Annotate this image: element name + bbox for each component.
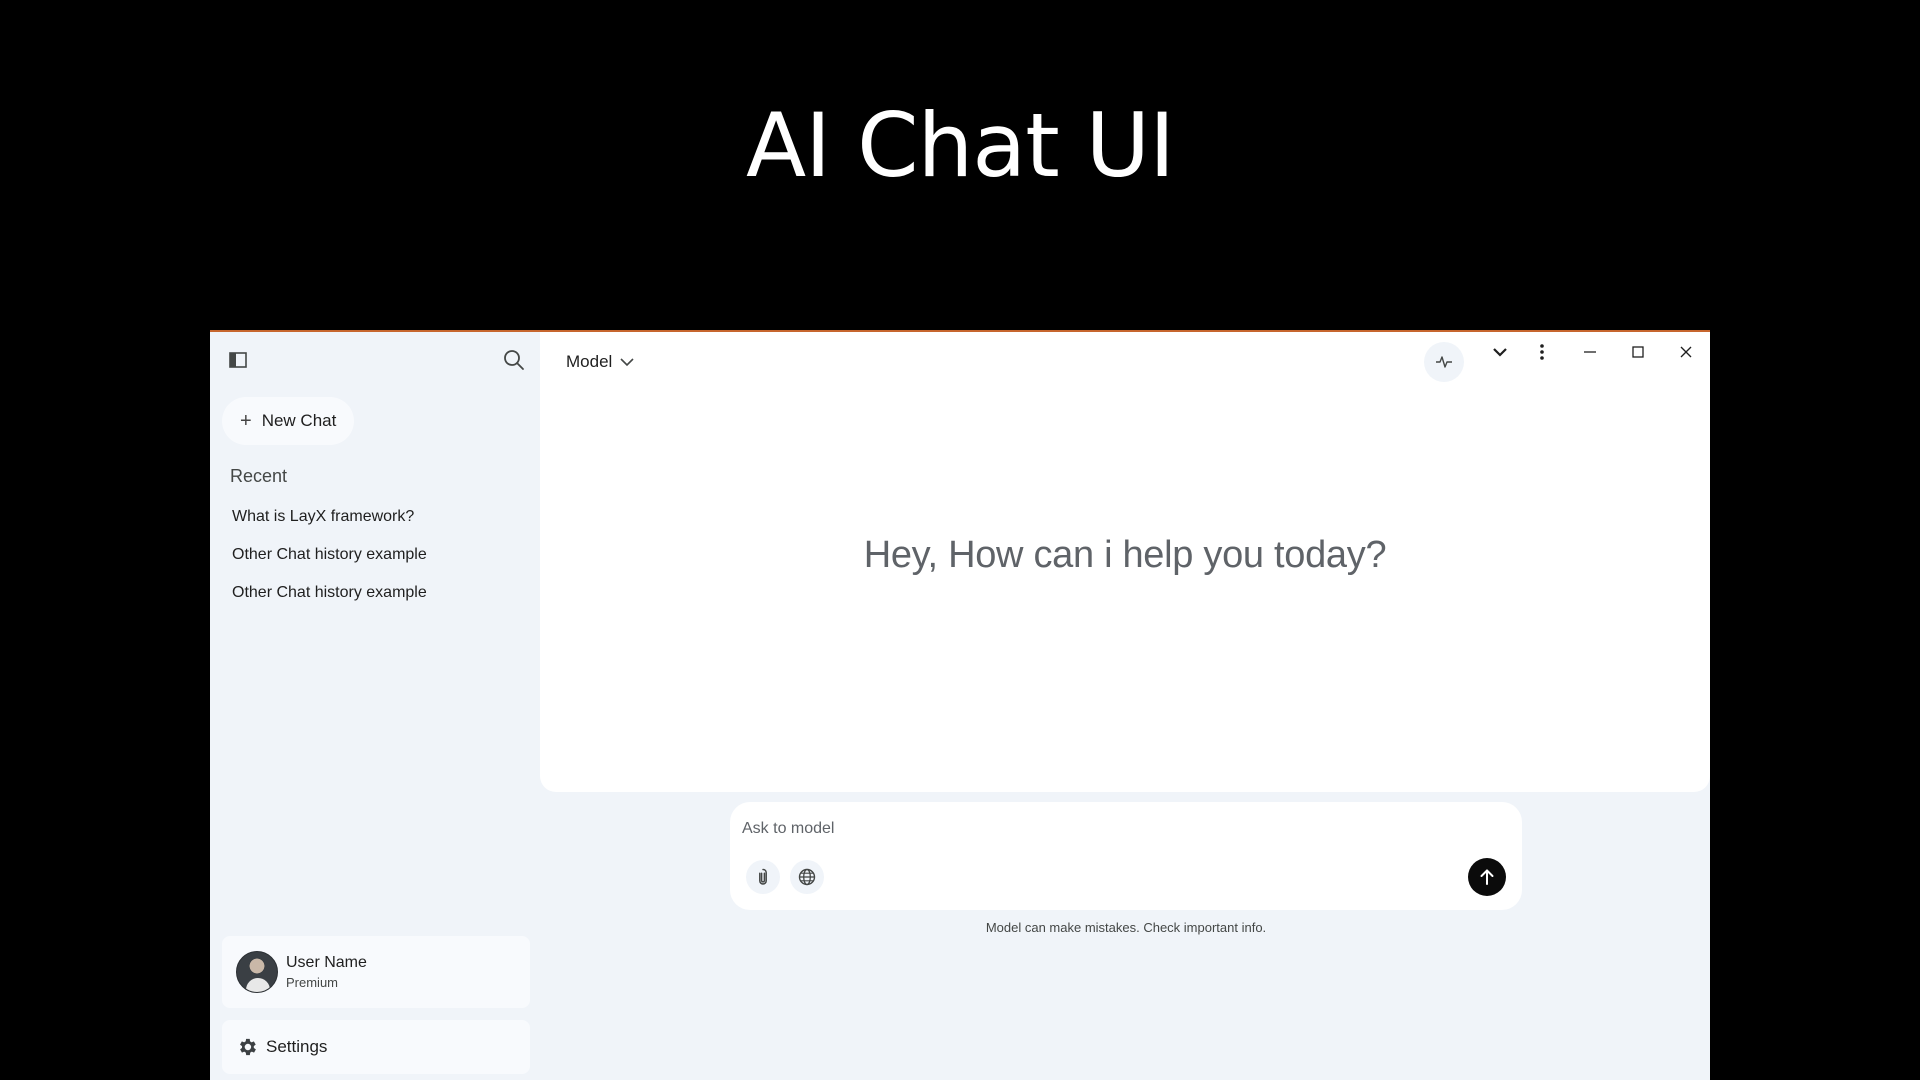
history-item[interactable]: Other Chat history example xyxy=(230,536,530,574)
new-chat-button[interactable]: + New Chat xyxy=(222,397,354,445)
sidebar: + New Chat Recent What is LayX framework… xyxy=(210,332,540,1080)
dropdown-button[interactable] xyxy=(1488,340,1512,364)
search-icon xyxy=(504,350,524,370)
chevron-down-icon xyxy=(1493,348,1507,357)
user-info: User Name Premium xyxy=(286,954,367,990)
model-label: Model xyxy=(566,352,613,371)
attach-button[interactable] xyxy=(746,860,780,894)
history-item[interactable]: Other Chat history example xyxy=(230,574,530,612)
web-search-button[interactable] xyxy=(790,860,824,894)
settings-label: Settings xyxy=(266,1037,328,1056)
message-composer xyxy=(730,802,1522,910)
activity-button[interactable] xyxy=(1424,342,1464,382)
sidebar-toggle-icon xyxy=(229,352,247,368)
more-vertical-icon xyxy=(1540,344,1544,360)
send-button[interactable] xyxy=(1468,858,1506,896)
plus-icon: + xyxy=(240,410,252,432)
chat-history-list: What is LayX framework? Other Chat histo… xyxy=(230,498,530,612)
search-button[interactable] xyxy=(500,346,528,374)
main-panel: Model Hey, How can i help you today? xyxy=(540,332,1710,792)
sidebar-toggle-button[interactable] xyxy=(226,348,250,372)
more-options-button[interactable] xyxy=(1530,340,1554,364)
globe-icon xyxy=(798,868,816,886)
activity-icon xyxy=(1436,356,1452,368)
message-input[interactable] xyxy=(742,814,1482,844)
maximize-button[interactable] xyxy=(1624,338,1652,366)
minimize-icon xyxy=(1584,351,1596,353)
settings-button[interactable]: Settings xyxy=(222,1020,530,1074)
page-title: AI Chat UI xyxy=(745,94,1175,197)
close-icon xyxy=(1680,346,1692,358)
user-profile-card[interactable]: User Name Premium xyxy=(222,936,530,1008)
history-item[interactable]: What is LayX framework? xyxy=(230,498,530,536)
maximize-icon xyxy=(1632,346,1644,358)
chevron-down-icon xyxy=(620,358,634,367)
paperclip-icon xyxy=(759,868,767,885)
app-window: + New Chat Recent What is LayX framework… xyxy=(210,330,1710,1080)
user-plan: Premium xyxy=(286,975,339,990)
close-button[interactable] xyxy=(1672,338,1700,366)
new-chat-label: New Chat xyxy=(261,411,337,430)
recent-heading: Recent xyxy=(230,466,288,486)
gear-icon xyxy=(240,1038,256,1056)
arrow-up-icon xyxy=(1480,869,1494,885)
greeting-text: Hey, How can i help you today? xyxy=(863,534,1387,576)
avatar xyxy=(236,951,278,993)
user-name: User Name xyxy=(286,954,367,971)
model-selector[interactable]: Model xyxy=(566,348,634,376)
disclaimer-text: Model can make mistakes. Check important… xyxy=(985,920,1267,935)
minimize-button[interactable] xyxy=(1576,338,1604,366)
